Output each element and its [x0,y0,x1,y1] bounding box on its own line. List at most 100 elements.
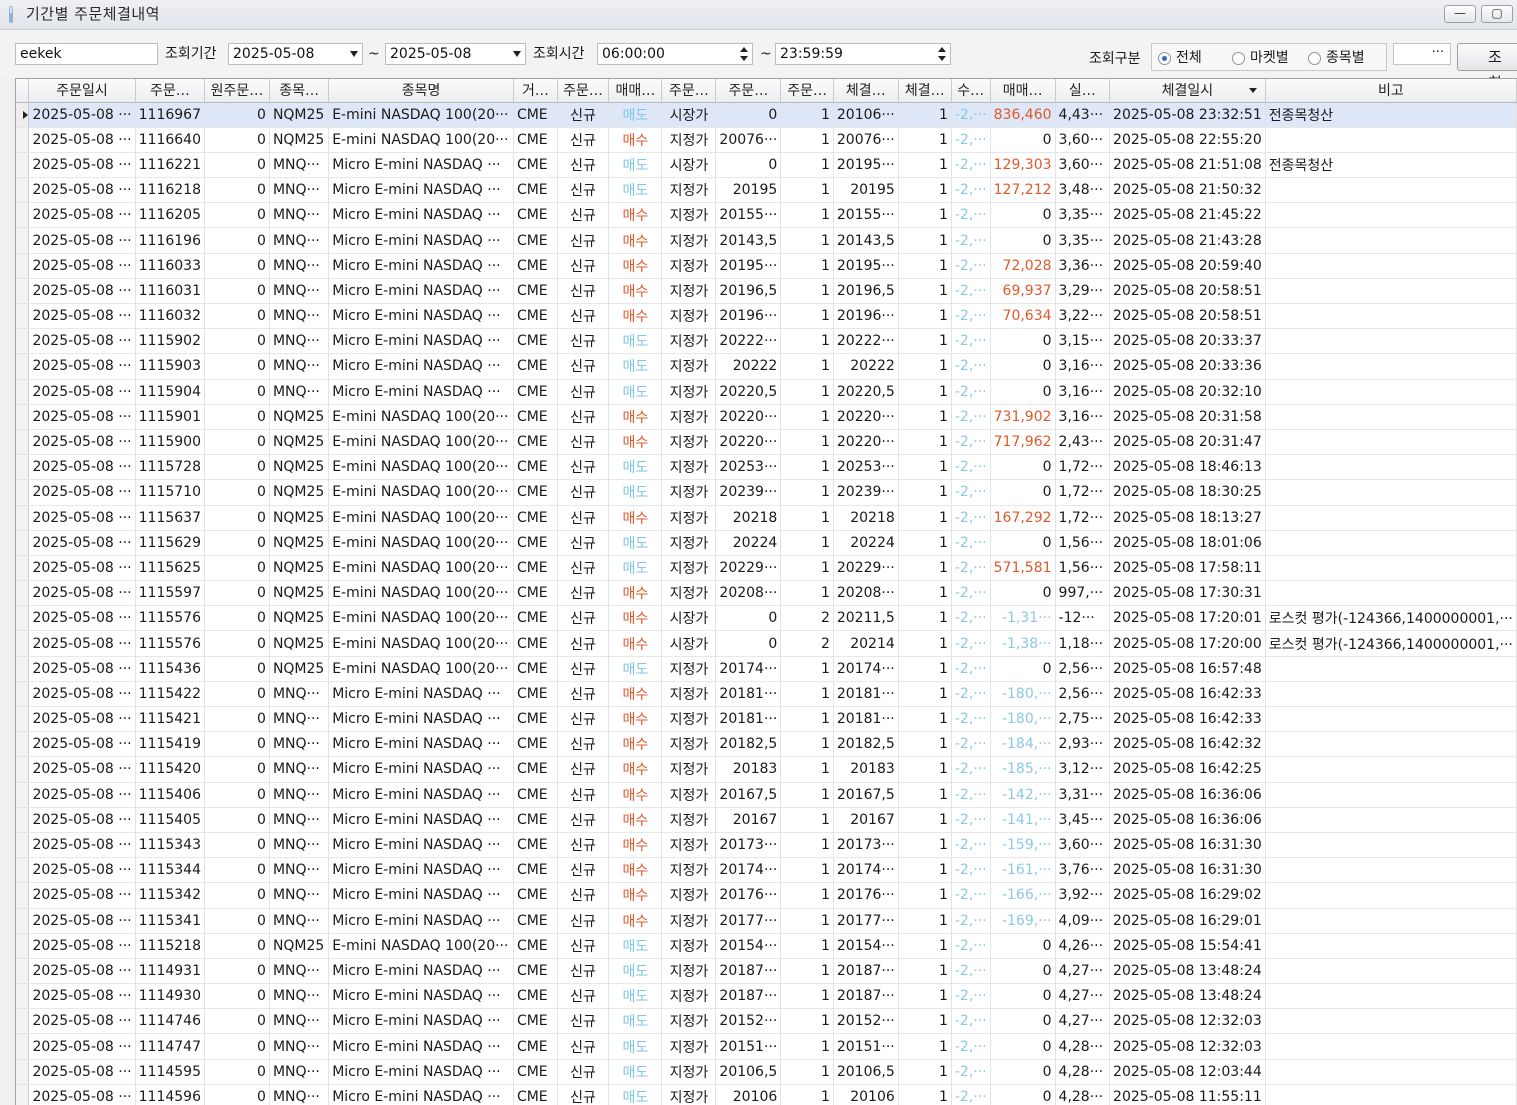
row-indicator[interactable] [16,706,30,733]
table-row[interactable]: 2025-05-08 ··· 1114931 0 MNQ··· Micro E-mini… [16,958,1517,985]
column-header[interactable]: 종목명 [328,79,514,103]
table-row[interactable]: 2025-05-08 ··· 1115218 0 NQM25 E-mini NASDAQ… [16,933,1517,959]
table-row[interactable]: 2025-05-08 ··· 1115419 0 MNQ··· Micro E-mini… [16,731,1517,758]
column-header[interactable]: 매매… [608,79,663,103]
table-row[interactable]: 2025-05-08 ··· 1115341 0 MNQ··· Micro E-mini… [16,908,1517,934]
column-header[interactable]: 실… [1055,79,1111,103]
row-indicator[interactable] [16,202,30,229]
table-row[interactable]: 2025-05-08 ··· 1115904 0 MNQ··· Micro E-mini… [16,379,1517,405]
row-indicator[interactable] [16,353,30,380]
row-indicator[interactable] [16,127,30,153]
row-indicator[interactable] [16,555,30,582]
table-row[interactable]: 2025-05-08 ··· 1115900 0 NQM25 E-mini NASDAQ… [16,429,1517,456]
table-row[interactable]: 2025-05-08 ··· 1115420 0 MNQ··· Micro E-mini… [16,756,1517,783]
table-row[interactable]: 2025-05-08 ··· 1115625 0 NQM25 E-mini NASDAQ… [16,555,1517,582]
row-indicator[interactable] [16,983,30,1010]
table-row[interactable]: 2025-05-08 ··· 1115342 0 MNQ··· Micro E-mini… [16,882,1517,909]
row-indicator[interactable] [16,630,30,657]
table-row[interactable]: 2025-05-08 ··· 1114595 0 MNQ··· Micro E-mini… [16,1059,1517,1085]
row-indicator[interactable] [16,908,30,934]
column-header[interactable]: 주문… [557,79,610,103]
table-row[interactable]: 2025-05-08 ··· 1116221 0 MNQ··· Micro E-mini… [16,152,1517,179]
table-row[interactable]: 2025-05-08 ··· 1116196 0 MNQ··· Micro E-mini… [16,227,1517,254]
row-indicator[interactable] [16,807,30,833]
table-row[interactable]: 2025-05-08 ··· 1115421 0 MNQ··· Micro E-mini… [16,706,1517,733]
account-input[interactable]: eekek [15,43,158,65]
row-indicator[interactable] [16,656,30,682]
row-indicator[interactable] [16,1008,30,1035]
row-indicator[interactable] [16,227,30,254]
table-row[interactable]: 2025-05-08 ··· 1116031 0 MNQ··· Micro E-mini… [16,278,1517,305]
row-indicator[interactable] [16,882,30,909]
row-indicator[interactable] [16,152,30,179]
row-indicator[interactable] [16,605,30,632]
date-to-select[interactable]: 2025-05-08 [385,43,526,65]
column-header[interactable]: 체결… [898,79,952,103]
table-row[interactable]: 2025-05-08 ··· 1115597 0 NQM25 E-mini NASDAQ… [16,580,1517,607]
column-header[interactable]: 주문… [135,79,206,103]
column-header[interactable]: 거… [513,79,558,103]
row-indicator[interactable] [16,278,30,305]
table-row[interactable]: 2025-05-08 ··· 1115637 0 NQM25 E-mini NASDAQ… [16,505,1517,531]
table-row[interactable]: 2025-05-08 ··· 1116218 0 MNQ··· Micro E-mini… [16,177,1517,204]
table-row[interactable]: 2025-05-08 ··· 1116205 0 MNQ··· Micro E-mini… [16,202,1517,229]
row-indicator[interactable] [16,479,30,506]
row-indicator[interactable] [16,530,30,556]
radio-market[interactable]: 마켓별 [1232,49,1289,67]
table-row[interactable]: 2025-05-08 ··· 1116033 0 MNQ··· Micro E-mini… [16,253,1517,279]
table-row[interactable]: 2025-05-08 ··· 1115343 0 MNQ··· Micro E-mini… [16,832,1517,859]
row-indicator[interactable] [16,454,30,481]
table-row[interactable]: 2025-05-08 ··· 1116032 0 MNQ··· Micro E-mini… [16,303,1517,330]
radio-all[interactable]: 전체 [1158,49,1202,67]
column-header[interactable]: 종목… [269,79,330,103]
row-indicator[interactable] [16,177,30,204]
column-header[interactable]: 체결일시 [1109,79,1266,103]
query-button[interactable]: 조회 [1457,43,1517,92]
time-to-spinner[interactable]: 23:59:59 [775,43,951,65]
time-from-spinner[interactable]: 06:00:00 [597,43,753,65]
row-indicator[interactable] [16,958,30,985]
row-indicator[interactable] [16,102,30,128]
table-row[interactable]: 2025-05-08 ··· 1114596 0 MNQ··· Micro E-mini… [16,1084,1517,1105]
table-row[interactable]: 2025-05-08 ··· 1114746 0 MNQ··· Micro E-mini… [16,1008,1517,1035]
column-header[interactable]: 주문… [661,79,717,103]
row-indicator[interactable] [16,429,30,456]
row-indicator[interactable] [16,857,30,884]
column-header[interactable]: 비고 [1265,79,1517,103]
row-indicator[interactable] [16,328,30,355]
column-header[interactable]: 매매… [990,79,1056,103]
maximize-button[interactable]: ▢ [1481,5,1513,23]
row-indicator[interactable] [16,253,30,279]
column-header[interactable]: 체결… [833,79,899,103]
table-row[interactable]: 2025-05-08 ··· 1115576 0 NQM25 E-mini NASDAQ… [16,605,1517,632]
radio-symbol[interactable]: 종목별 [1308,49,1365,67]
spinner-arrows-icon[interactable] [740,46,748,62]
row-indicator[interactable] [16,505,30,531]
table-row[interactable]: 2025-05-08 ··· 1115405 0 MNQ··· Micro E-mini… [16,807,1517,833]
column-header[interactable]: 원주문… [204,79,270,103]
column-header[interactable]: 주문… [780,79,834,103]
table-row[interactable]: 2025-05-08 ··· 1115901 0 NQM25 E-mini NASDAQ… [16,404,1517,430]
table-row[interactable]: 2025-05-08 ··· 1116967 0 NQM25 E-mini NASDAQ… [16,102,1517,128]
row-indicator[interactable] [16,731,30,758]
ellipsis-picker[interactable]: ··· [1393,43,1451,65]
table-row[interactable]: 2025-05-08 ··· 1114747 0 MNQ··· Micro E-mini… [16,1033,1517,1060]
table-row[interactable]: 2025-05-08 ··· 1115576 0 NQM25 E-mini NASDAQ… [16,630,1517,657]
table-row[interactable]: 2025-05-08 ··· 1115406 0 MNQ··· Micro E-mini… [16,782,1517,808]
table-row[interactable]: 2025-05-08 ··· 1115344 0 MNQ··· Micro E-mini… [16,857,1517,884]
column-header[interactable]: 수… [951,79,991,103]
column-header[interactable]: 주문일시 [28,79,136,103]
table-row[interactable]: 2025-05-08 ··· 1115422 0 MNQ··· Micro E-mini… [16,681,1517,708]
row-indicator[interactable] [16,1059,30,1085]
minimize-button[interactable]: — [1444,5,1476,23]
row-indicator[interactable] [16,782,30,808]
row-indicator[interactable] [16,933,30,959]
row-indicator[interactable] [16,756,30,783]
row-indicator[interactable] [16,404,30,430]
table-row[interactable]: 2025-05-08 ··· 1115436 0 NQM25 E-mini NASDAQ… [16,656,1517,682]
table-row[interactable]: 2025-05-08 ··· 1115903 0 MNQ··· Micro E-mini… [16,353,1517,380]
table-row[interactable]: 2025-05-08 ··· 1115629 0 NQM25 E-mini NASDAQ… [16,530,1517,556]
table-row[interactable]: 2025-05-08 ··· 1116640 0 NQM25 E-mini NASDAQ… [16,127,1517,153]
row-indicator[interactable] [16,832,30,859]
table-row[interactable]: 2025-05-08 ··· 1115710 0 NQM25 E-mini NASDAQ… [16,479,1517,506]
